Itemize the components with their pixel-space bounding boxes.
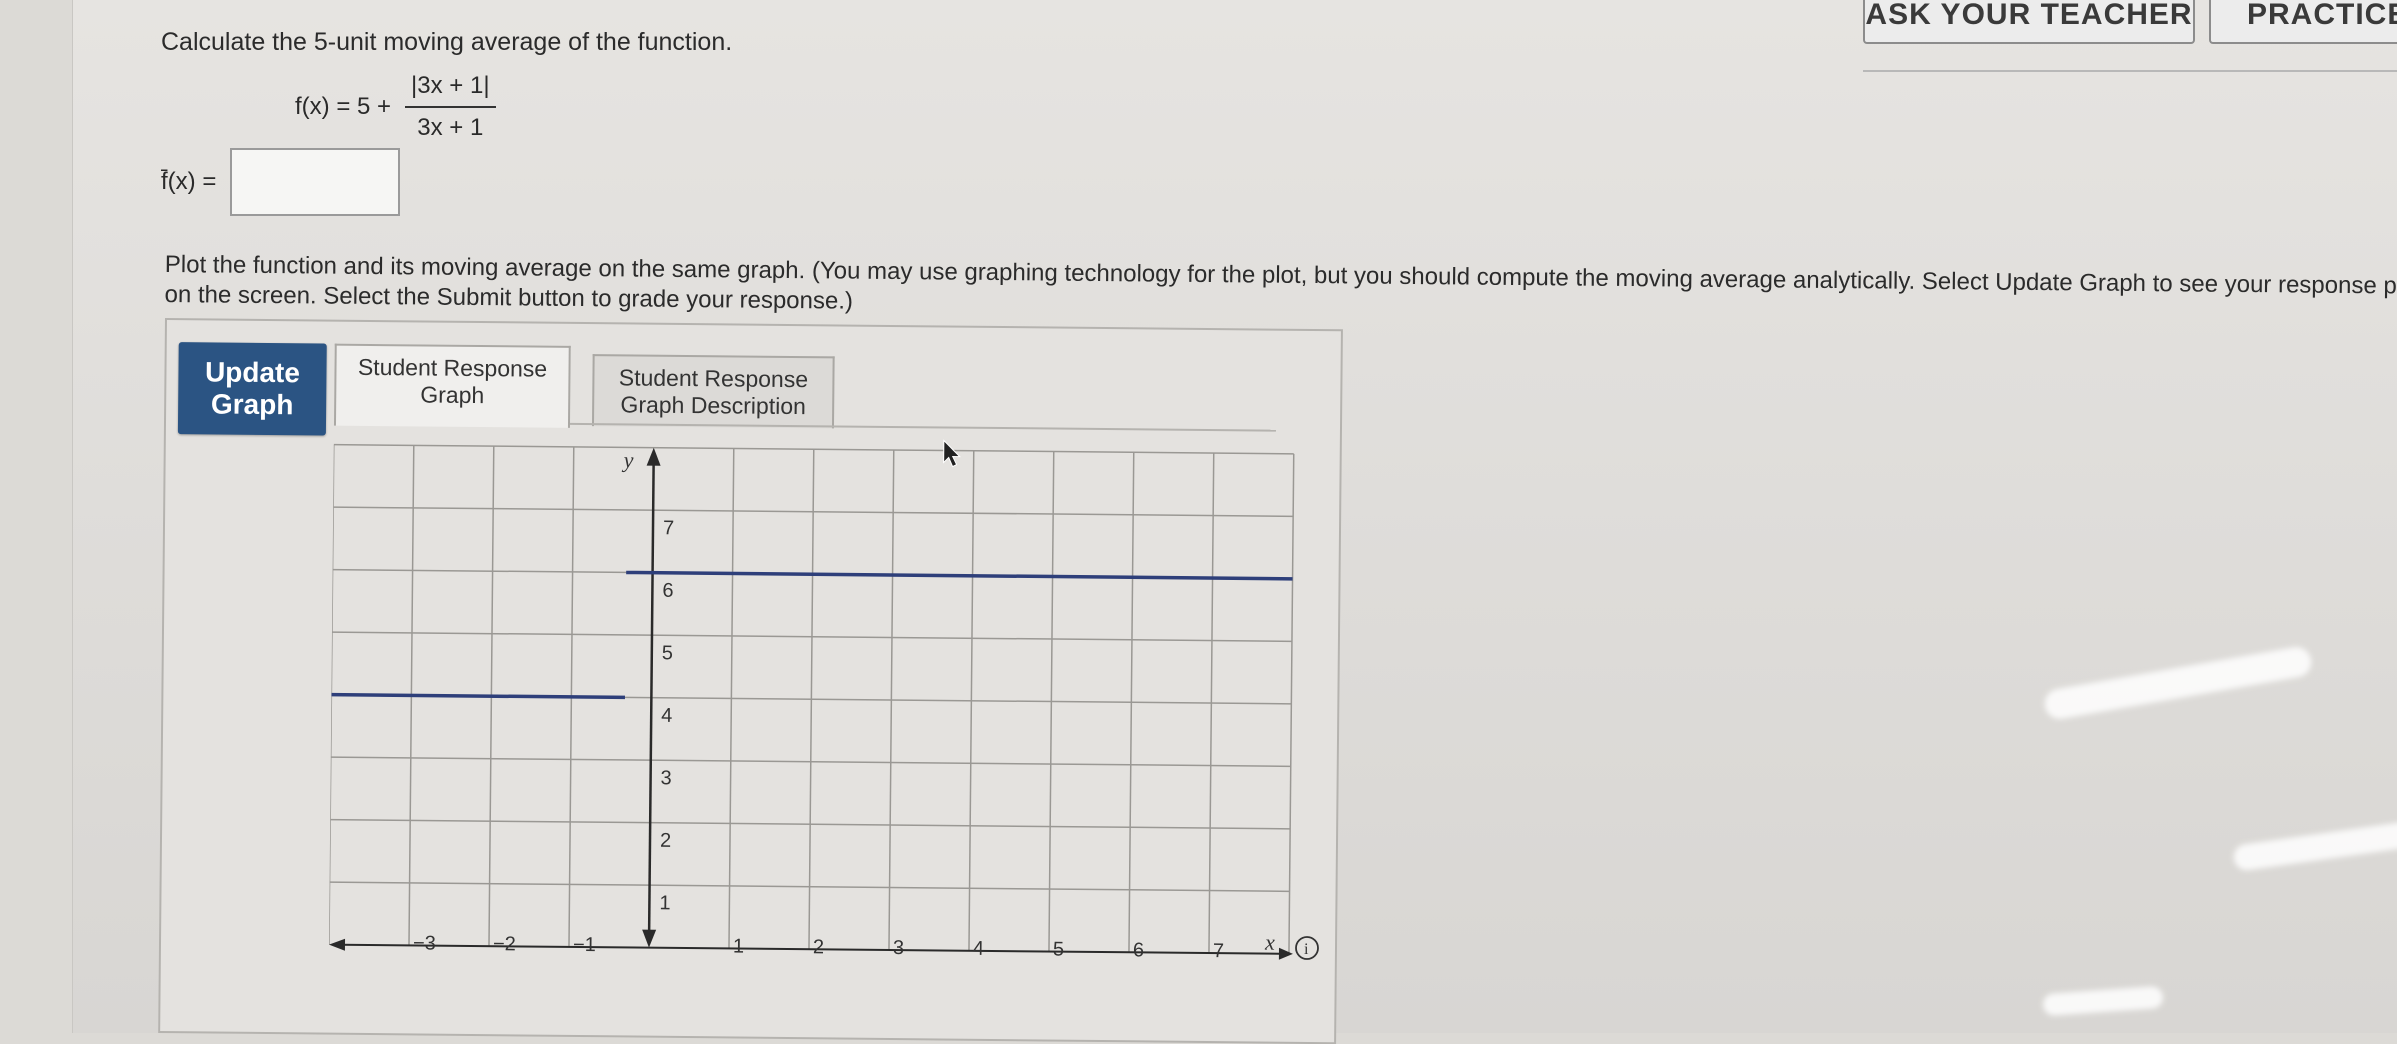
mouse-cursor-icon — [943, 439, 961, 468]
tab-graph-line1: Student Response — [357, 353, 548, 382]
header-divider — [1863, 70, 2397, 72]
y-tick-label: 3 — [660, 767, 671, 789]
x-tick-label: −3 — [413, 932, 436, 954]
y-tick-label: 5 — [662, 642, 673, 664]
y-axis-arrow-up — [646, 447, 661, 466]
y-axis-arrow-down — [642, 929, 657, 948]
info-icon-label: i — [1304, 941, 1309, 958]
tab-graph-line2: Graph — [420, 381, 485, 409]
y-tick-label: 4 — [661, 705, 672, 727]
y-tick-label: 7 — [663, 517, 674, 539]
screen-glare — [2042, 985, 2164, 1017]
x-tick-label: 5 — [1053, 939, 1064, 961]
graph-panel: Update Graph Student Response Graph Stud… — [158, 318, 1343, 1044]
y-axis-label: y — [622, 447, 634, 472]
practice-another-button[interactable]: PRACTICE ANOTH — [2209, 0, 2397, 44]
x-axis-arrow-left — [328, 938, 346, 951]
screen-glare — [2042, 644, 2314, 722]
instructions-text: Plot the function and its moving average… — [164, 250, 2397, 315]
tab-desc-line2: Graph Description — [620, 391, 806, 420]
instructions: Plot the function and its moving average… — [164, 250, 2397, 332]
x-tick-label: 3 — [893, 937, 904, 959]
update-graph-label-line1: Update — [204, 356, 301, 389]
x-tick-label: 7 — [1213, 940, 1224, 962]
y-tick-label: 2 — [660, 830, 671, 852]
fraction-numerator: |3x + 1| — [405, 72, 496, 108]
x-tick-label: −2 — [493, 933, 516, 955]
x-axis-arrow-right — [1278, 947, 1293, 960]
response-graph[interactable]: −3 −2 −1 1 2 3 4 5 6 7 1 2 3 4 5 6 7 x y i — [328, 425, 1324, 999]
update-graph-button[interactable]: Update Graph — [177, 342, 327, 436]
x-tick-label: 4 — [973, 938, 984, 960]
screen-glare — [2232, 818, 2397, 872]
update-graph-label-line2: Graph — [210, 388, 294, 421]
tab-desc-line1: Student Response — [618, 364, 809, 393]
y-tick-label: 1 — [659, 892, 670, 914]
fraction-denominator: 3x + 1 — [417, 114, 484, 141]
series-line-2 — [626, 570, 1293, 581]
answer-label: f̄(x) = — [161, 168, 217, 195]
tab-student-response-description[interactable]: Student Response Graph Description — [591, 354, 835, 429]
y-tick-label: 6 — [662, 580, 673, 602]
function-formula: f(x) = 5 + |3x + 1| 3x + 1 — [295, 72, 496, 142]
moving-average-answer-input[interactable] — [230, 148, 401, 216]
tab-student-response-graph[interactable]: Student Response Graph — [333, 343, 571, 428]
x-tick-label: −1 — [573, 934, 596, 956]
x-tick-label: 6 — [1133, 939, 1144, 961]
question-prompt: Calculate the 5-unit moving average of t… — [161, 28, 733, 56]
answer-row: f̄(x) = — [161, 148, 401, 216]
function-fraction: |3x + 1| 3x + 1 — [405, 72, 496, 142]
series-line-1 — [331, 692, 625, 700]
x-tick-label: 2 — [813, 936, 824, 958]
assignment-page: ASK YOUR TEACHER PRACTICE ANOTH Calculat… — [72, 0, 2397, 1044]
x-axis-label: x — [1264, 930, 1275, 955]
x-tick-label: 1 — [733, 935, 744, 957]
ask-teacher-button[interactable]: ASK YOUR TEACHER — [1863, 0, 2195, 44]
function-lhs: f(x) = 5 + — [295, 93, 392, 120]
